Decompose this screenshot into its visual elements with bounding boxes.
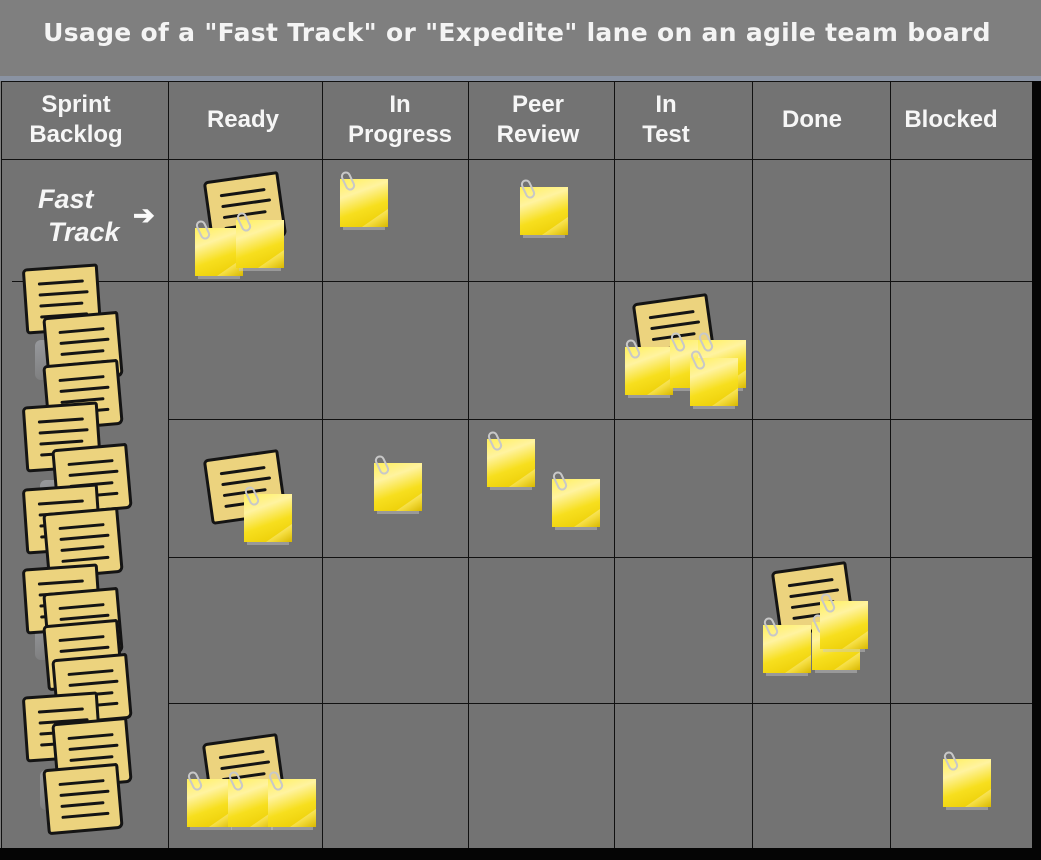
column-header-in-progress: In Progress <box>347 91 453 148</box>
board-edge <box>1032 81 1041 860</box>
task-sticky-note[interactable] <box>624 337 673 395</box>
task-sticky-note[interactable] <box>762 615 811 673</box>
backlog-story-card[interactable] <box>42 762 124 836</box>
task-sticky-note[interactable] <box>486 429 535 487</box>
grid-line <box>890 81 891 848</box>
grid-line <box>168 419 1032 420</box>
board-edge <box>0 848 1041 860</box>
fast-track-label-line2: Track <box>48 217 120 247</box>
task-sticky-note[interactable] <box>819 591 868 649</box>
column-header-in-test: In Test <box>642 91 690 148</box>
task-sticky-note[interactable] <box>942 749 991 807</box>
title-band: Usage of a "Fast Track" or "Expedite" la… <box>0 0 1041 76</box>
grid-line <box>168 81 169 848</box>
page-title: Usage of a "Fast Track" or "Expedite" la… <box>43 18 991 47</box>
grid-line <box>12 281 1032 282</box>
column-header-sprint-backlog: Sprint Backlog <box>29 91 123 148</box>
task-sticky-note[interactable] <box>551 469 600 527</box>
arrow-right-icon: ➔ <box>133 200 155 230</box>
fast-track-label-line1: Fast <box>38 184 94 214</box>
task-sticky-note[interactable] <box>243 484 292 542</box>
grid-line <box>168 557 1032 558</box>
task-sticky-note[interactable] <box>267 769 316 827</box>
task-sticky-note[interactable] <box>235 210 284 268</box>
grid-line <box>1 159 1032 160</box>
fast-track-lane-label: Fast Track <box>38 183 120 249</box>
column-header-ready: Ready <box>206 106 280 133</box>
grid-line <box>468 81 469 848</box>
grid-line <box>614 81 615 848</box>
column-header-peer-review: Peer Review <box>496 91 580 148</box>
grid-line <box>168 703 1032 704</box>
task-sticky-note[interactable] <box>339 169 388 227</box>
task-sticky-note[interactable] <box>689 348 738 406</box>
column-header-blocked: Blocked <box>904 106 998 133</box>
grid-line <box>322 81 323 848</box>
task-sticky-note[interactable] <box>373 453 422 511</box>
task-sticky-note[interactable] <box>519 177 568 235</box>
column-header-done: Done <box>782 106 842 133</box>
grid-line <box>752 81 753 848</box>
